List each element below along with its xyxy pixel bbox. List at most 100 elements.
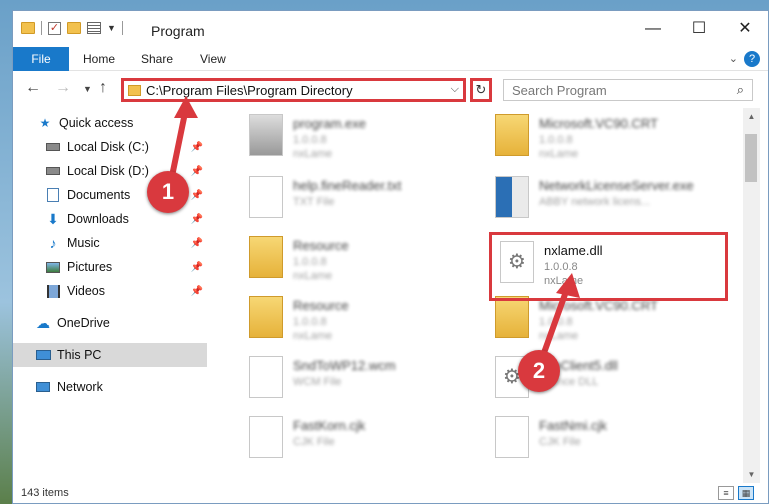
file-item[interactable]: Microsoft.VC90.CRT 1.0.0.8 nxLame: [487, 108, 727, 166]
address-path: C:\Program Files\Program Directory: [146, 83, 353, 98]
drive-icon: [45, 164, 61, 178]
file-version: 1.0.0.8: [539, 316, 573, 328]
file-type: CJK File: [539, 436, 581, 448]
pin-icon[interactable]: 📌: [191, 262, 203, 273]
sidebar-item-label: Local Disk (C:): [67, 140, 149, 154]
explorer-window: ✓ ▼ Program — ☐ ✕ File Home Share View ⌄…: [12, 10, 769, 504]
documents-icon: [45, 188, 61, 202]
exe-file-icon: [249, 114, 283, 156]
folder-icon: [495, 114, 529, 156]
file-version: 1.0.0.8: [293, 256, 327, 268]
file-item[interactable]: program.exe 1.0.0.8 nxLame: [241, 108, 481, 166]
file-description: ABBY network licens...: [539, 196, 651, 208]
address-bar[interactable]: C:\Program Files\Program Directory ⌵: [121, 78, 466, 102]
pin-icon[interactable]: 📌: [191, 238, 203, 249]
help-icon[interactable]: ?: [744, 51, 760, 67]
file-item[interactable]: Resource 1.0.0.8 nxLame: [241, 230, 481, 288]
file-name: Resource: [293, 238, 349, 253]
tiles-view-icon[interactable]: ▦: [738, 486, 754, 500]
file-company: nxLame: [293, 270, 333, 282]
file-version: 1.0.0.8: [293, 134, 327, 146]
tab-share[interactable]: Share: [141, 47, 173, 71]
sidebar-item-videos[interactable]: Videos 📌: [13, 279, 207, 303]
cloud-icon: ☁: [36, 314, 50, 331]
maximize-button[interactable]: ☐: [676, 11, 722, 47]
file-version: 1.0.0.8: [293, 316, 327, 328]
download-icon: ⬇: [47, 210, 59, 227]
search-input[interactable]: Search Program ⌕: [503, 79, 753, 101]
file-name: Microsoft.VC90.CRT: [539, 116, 658, 131]
tab-home[interactable]: Home: [83, 47, 115, 71]
sidebar-item-label: Quick access: [59, 116, 134, 130]
sidebar-item-local-disk-c[interactable]: Local Disk (C:) 📌: [13, 135, 207, 159]
folder-icon: [128, 85, 141, 96]
sidebar-item-downloads[interactable]: ⬇ Downloads 📌: [13, 207, 207, 231]
back-arrow-icon[interactable]: ←: [25, 79, 41, 97]
scroll-down-icon[interactable]: ▼: [743, 466, 760, 483]
file-name: FastKorn.cjk: [293, 418, 366, 433]
step-badge-2: 2: [518, 350, 560, 392]
chevron-down-icon[interactable]: ⌵: [451, 83, 459, 96]
window-controls: — ☐ ✕: [630, 11, 768, 47]
recent-locations-icon[interactable]: ▼: [83, 84, 92, 94]
sidebar-item-onedrive[interactable]: ☁ OneDrive: [13, 311, 207, 335]
vertical-scrollbar[interactable]: ▲ ▼: [743, 108, 760, 483]
customize-dropdown-icon[interactable]: ▼: [107, 23, 116, 33]
details-view-icon[interactable]: ≡: [718, 486, 734, 500]
new-folder-icon[interactable]: [67, 22, 81, 34]
address-row: ← → ▼ ↑ C:\Program Files\Program Directo…: [13, 72, 768, 106]
forward-arrow-icon[interactable]: →: [55, 79, 71, 97]
file-type: TXT File: [293, 196, 335, 208]
expand-ribbon-icon[interactable]: ⌄: [729, 52, 738, 65]
file-item[interactable]: SndToWP12.wcm WCM File: [241, 350, 481, 408]
tab-view[interactable]: View: [200, 47, 226, 71]
tab-file[interactable]: File: [13, 47, 69, 71]
file-type: WCM File: [293, 376, 342, 388]
sidebar-item-label: Videos: [67, 284, 105, 298]
window-title: Program: [151, 23, 205, 39]
sidebar-item-label: Pictures: [67, 260, 113, 274]
properties-check-icon[interactable]: ✓: [48, 21, 61, 35]
file-type: CJK File: [293, 436, 335, 448]
file-name: program.exe: [293, 116, 366, 131]
music-icon: ♪: [49, 235, 57, 251]
pin-icon[interactable]: 📌: [191, 286, 203, 297]
up-arrow-icon[interactable]: ↑: [99, 79, 107, 97]
properties-icon[interactable]: [87, 22, 101, 34]
step-badge-1: 1: [147, 171, 189, 213]
toolbar-divider: [41, 21, 42, 35]
sidebar-item-this-pc[interactable]: This PC: [13, 343, 207, 367]
file-company: nxLame: [293, 148, 333, 160]
pin-icon[interactable]: 📌: [191, 166, 203, 177]
pin-icon[interactable]: 📌: [191, 190, 203, 201]
file-item[interactable]: FastKorn.cjk CJK File: [241, 410, 481, 468]
file-name: help.fineReader.txt: [293, 178, 402, 193]
network-icon: [35, 380, 51, 394]
sidebar-item-label: This PC: [57, 348, 102, 362]
pin-icon[interactable]: 📌: [191, 142, 203, 153]
sidebar-item-quick-access[interactable]: ★ Quick access: [13, 111, 207, 135]
file-version: 1.0.0.8: [539, 134, 573, 146]
minimize-button[interactable]: —: [630, 11, 676, 47]
close-button[interactable]: ✕: [722, 11, 768, 47]
scroll-thumb[interactable]: [745, 134, 757, 182]
file-item[interactable]: Resource 1.0.0.8 nxLame: [241, 290, 481, 348]
highlight-box-nxlame: [489, 232, 728, 301]
sidebar-item-network[interactable]: Network: [13, 375, 207, 399]
view-toggle: ≡ ▦: [718, 486, 754, 500]
file-company: nxLame: [293, 330, 333, 342]
item-count: 143 items: [21, 487, 69, 499]
file-icon: [249, 416, 283, 458]
folder-icon[interactable]: [21, 22, 35, 34]
sidebar-item-pictures[interactable]: Pictures 📌: [13, 255, 207, 279]
file-icon: [495, 416, 529, 458]
sidebar-item-label: Downloads: [67, 212, 129, 226]
search-icon[interactable]: ⌕: [737, 82, 744, 98]
pin-icon[interactable]: 📌: [191, 214, 203, 225]
scroll-up-icon[interactable]: ▲: [743, 108, 760, 125]
file-item[interactable]: NetworkLicenseServer.exe ABBY network li…: [487, 170, 727, 228]
refresh-icon[interactable]: ↻: [470, 78, 492, 102]
sidebar-item-music[interactable]: ♪ Music 📌: [13, 231, 207, 255]
file-item[interactable]: help.fineReader.txt TXT File: [241, 170, 481, 228]
file-item[interactable]: FastNmi.cjk CJK File: [487, 410, 727, 468]
